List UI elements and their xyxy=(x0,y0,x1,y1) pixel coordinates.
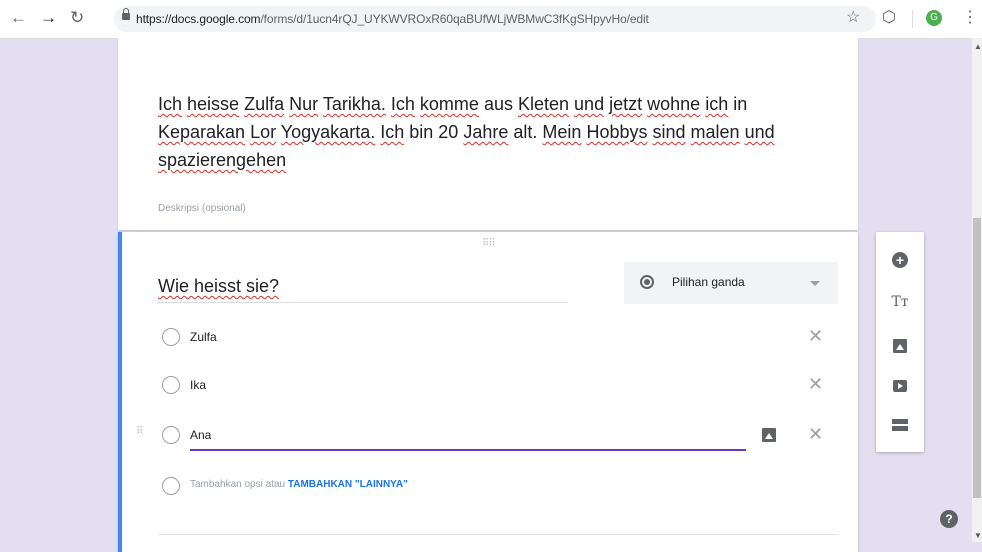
page-scrollbar[interactable]: ▲ ▼ xyxy=(972,38,982,542)
question-title-text: Wie heisst sie? xyxy=(158,276,280,296)
option-label[interactable]: Ika xyxy=(190,378,206,392)
radio-button-icon xyxy=(640,275,654,289)
add-option-row: Tambahkan opsi atau TAMBAHKAN "LAINNYA" xyxy=(158,474,658,498)
option-label[interactable]: Zulfa xyxy=(190,330,217,344)
form-description-card: Ich heisse Zulfa Nur Tarikha. Ich komme … xyxy=(118,38,858,230)
option-radio xyxy=(162,376,180,394)
add-or-text: atau xyxy=(265,479,286,490)
remove-option-icon[interactable]: ✕ xyxy=(808,374,823,394)
image-icon[interactable] xyxy=(762,428,776,442)
reload-icon[interactable]: ↻ xyxy=(70,8,84,28)
form-description[interactable]: Ich heisse Zulfa Nur Tarikha. Ich komme … xyxy=(158,90,818,174)
scroll-thumb[interactable] xyxy=(973,218,981,498)
question-footer-divider xyxy=(158,534,838,535)
star-icon[interactable]: ☆ xyxy=(846,8,860,28)
add-option-text: Tambahkan opsi atau TAMBAHKAN "LAINNYA" xyxy=(190,479,408,490)
toolbar-divider xyxy=(912,10,913,28)
add-title-icon[interactable]: Tт xyxy=(890,292,910,312)
add-question-icon[interactable]: + xyxy=(890,250,910,270)
add-other-link[interactable]: TAMBAHKAN "LAINNYA" xyxy=(288,479,408,490)
avatar[interactable]: G xyxy=(926,10,942,26)
option-row[interactable]: Ika ✕ xyxy=(158,370,838,400)
remove-option-icon[interactable]: ✕ xyxy=(808,326,823,346)
url-host: https://docs.google.com xyxy=(136,12,261,26)
url-text[interactable]: https://docs.google.com/forms/d/1ucn4rQJ… xyxy=(136,12,649,26)
url-path: /forms/d/1ucn4rQJ_UYKWVROxR60qaBUfWLjWBM… xyxy=(260,12,649,26)
add-option-button[interactable]: Tambahkan opsi xyxy=(190,479,263,490)
drag-handle-icon[interactable]: ⠿⠿ xyxy=(482,238,496,249)
remove-option-icon[interactable]: ✕ xyxy=(808,424,823,444)
question-type-label: Pilihan ganda xyxy=(672,275,745,289)
option-drag-handle-icon[interactable]: ⠿ xyxy=(136,427,144,437)
back-icon[interactable]: ← xyxy=(10,8,27,28)
add-video-icon[interactable] xyxy=(890,376,910,396)
option-radio xyxy=(162,426,180,444)
chevron-down-icon xyxy=(810,281,820,286)
option-radio xyxy=(162,328,180,346)
question-card[interactable]: ⠿⠿ Wie heisst sie? Pilihan ganda Zulfa ✕… xyxy=(118,232,858,552)
scroll-up-icon[interactable]: ▲ xyxy=(974,42,982,51)
address-bar[interactable]: https://docs.google.com/forms/d/1ucn4rQJ… xyxy=(114,6,876,32)
question-type-dropdown[interactable]: Pilihan ganda xyxy=(624,262,838,304)
question-title-input[interactable]: Wie heisst sie? xyxy=(158,274,568,303)
menu-icon[interactable]: ⋮ xyxy=(962,8,978,28)
add-section-icon[interactable] xyxy=(890,416,910,436)
description-placeholder[interactable]: Deskripsi (opsional) xyxy=(158,203,246,214)
add-image-icon[interactable] xyxy=(890,336,910,356)
option-row[interactable]: Zulfa ✕ xyxy=(158,322,838,352)
question-toolbox: + Tт xyxy=(876,232,924,452)
browser-toolbar: ← → ↻ https://docs.google.com/forms/d/1u… xyxy=(0,0,982,39)
help-icon[interactable]: ? xyxy=(940,510,958,528)
option-radio xyxy=(162,477,180,495)
scroll-down-icon[interactable]: ▼ xyxy=(974,531,982,540)
lock-icon xyxy=(122,8,130,20)
option-input-underline xyxy=(190,449,746,451)
forward-icon[interactable]: → xyxy=(40,8,57,28)
option-label-input[interactable]: Ana xyxy=(190,428,211,442)
extension-icon[interactable]: ⬡ xyxy=(882,8,896,28)
option-row-active[interactable]: ⠿ Ana ✕ xyxy=(136,420,838,451)
